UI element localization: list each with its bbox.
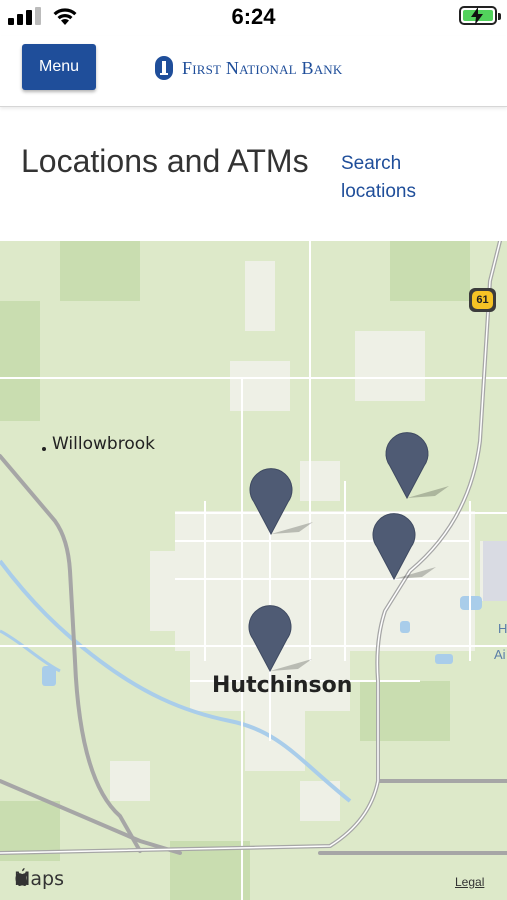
site-header: Menu First National Bank (0, 36, 507, 107)
bank-logo-icon (155, 56, 173, 80)
bank-logo[interactable]: First National Bank (154, 54, 342, 82)
place-label-hutchinson: Hutchinson (212, 673, 353, 698)
place-label-willowbrook: Willowbrook (52, 434, 155, 454)
apple-logo-icon (15, 868, 29, 886)
legal-link[interactable]: Legal (455, 875, 484, 889)
status-time: 6:24 (231, 4, 276, 29)
location-pin-icon[interactable] (385, 432, 449, 500)
map-canvas (0, 241, 507, 900)
highway-61-shield-icon: 61 (469, 288, 496, 312)
status-bar: 6:24 (0, 0, 507, 36)
highway-shield-number: 61 (472, 291, 493, 309)
place-dot-icon (42, 447, 46, 451)
locations-map[interactable]: 61 Willowbrook Hutchinson H Ai Maps Lega… (0, 241, 507, 900)
apple-maps-badge: Maps (14, 868, 64, 890)
battery-charging-icon (459, 6, 501, 25)
bank-name: First National Bank (182, 57, 343, 78)
map-edge-label: Ai (494, 647, 506, 662)
search-locations-link[interactable]: Search locations (341, 150, 481, 206)
map-edge-label: H (498, 621, 507, 636)
page-title: Locations and ATMs (21, 143, 309, 179)
menu-button[interactable]: Menu (22, 44, 96, 90)
